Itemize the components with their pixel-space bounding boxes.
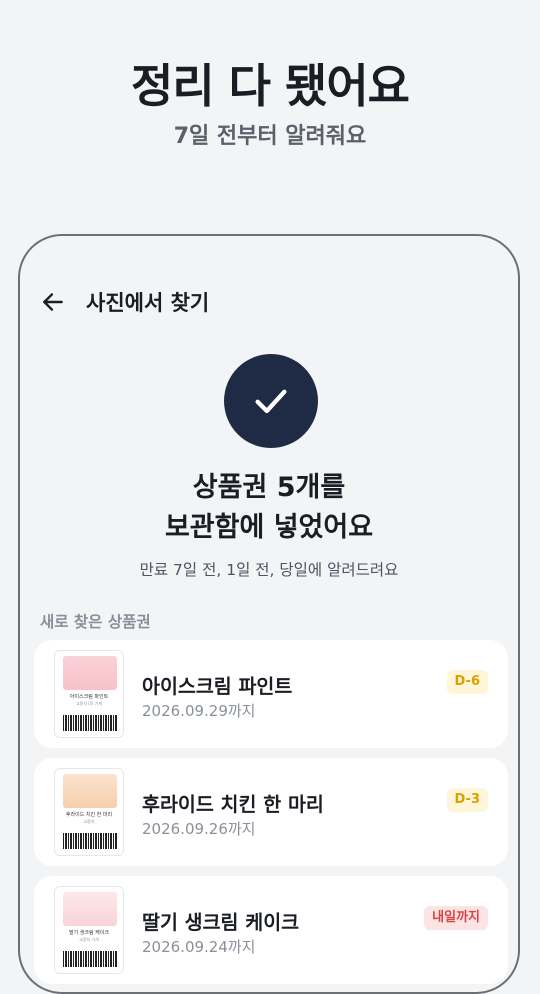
voucher-card[interactable]: 후라이드 치킨 한 마리 교환처 후라이드 치킨 한 마리 2026.09.26…	[34, 758, 508, 866]
voucher-expiry: 2026.09.29까지	[142, 702, 256, 720]
thumbnail-subcaption: 교환처 00 가게	[75, 701, 103, 706]
barcode-image	[63, 951, 117, 967]
barcode-image	[63, 715, 117, 731]
barcode-image	[63, 833, 117, 849]
success-badge	[224, 354, 318, 448]
voucher-thumbnail: 딸기 생크림 케이크 교환처 가게	[54, 886, 124, 974]
checkmark-icon	[255, 389, 287, 414]
back-button[interactable]	[40, 289, 66, 315]
promo-title: 정리 다 됐어요	[131, 59, 410, 113]
icecream-image	[63, 656, 117, 690]
app-bar: 사진에서 찾기	[40, 286, 209, 318]
dday-badge: D-6	[446, 670, 488, 694]
voucher-name: 딸기 생크림 케이크	[142, 911, 300, 934]
thumbnail-subcaption: 교환처 가게	[79, 937, 99, 942]
headline-line-1: 상품권 5개를	[192, 472, 346, 503]
section-label: 새로 찾은 상품권	[40, 613, 151, 631]
voucher-name: 아이스크림 파인트	[142, 675, 293, 698]
dday-badge: D-3	[446, 788, 488, 812]
thumbnail-caption: 딸기 생크림 케이크	[69, 930, 109, 936]
voucher-name: 후라이드 치킨 한 마리	[142, 793, 324, 816]
result-headline: 상품권 5개를 보관함에 넣었어요	[20, 468, 518, 548]
thumbnail-caption: 아이스크림 파인트	[69, 694, 109, 700]
voucher-card[interactable]: 딸기 생크림 케이크 교환처 가게 딸기 생크림 케이크 2026.09.24까…	[34, 876, 508, 984]
voucher-expiry: 2026.09.24까지	[142, 938, 256, 956]
expiry-badge: 내일까지	[424, 906, 488, 930]
cake-image	[63, 892, 117, 926]
voucher-thumbnail: 후라이드 치킨 한 마리 교환처	[54, 768, 124, 856]
headline-line-2: 보관함에 넣었어요	[164, 512, 374, 543]
voucher-card[interactable]: 아이스크림 파인트 교환처 00 가게 아이스크림 파인트 2026.09.29…	[34, 640, 508, 748]
voucher-thumbnail: 아이스크림 파인트 교환처 00 가게	[54, 650, 124, 738]
reminder-notice: 만료 7일 전, 1일 전, 당일에 알려드려요	[139, 561, 399, 579]
phone-frame: 사진에서 찾기 상품권 5개를 보관함에 넣었어요 만료 7일 전, 1일 전,…	[18, 234, 520, 994]
thumbnail-caption: 후라이드 치킨 한 마리	[65, 812, 113, 818]
voucher-expiry: 2026.09.26까지	[142, 820, 256, 838]
arrow-left-icon	[43, 293, 63, 311]
page-title: 사진에서 찾기	[86, 291, 210, 315]
promo-subtitle: 7일 전부터 알려줘요	[173, 124, 367, 149]
thumbnail-subcaption: 교환처	[83, 819, 95, 824]
chicken-image	[63, 774, 117, 808]
